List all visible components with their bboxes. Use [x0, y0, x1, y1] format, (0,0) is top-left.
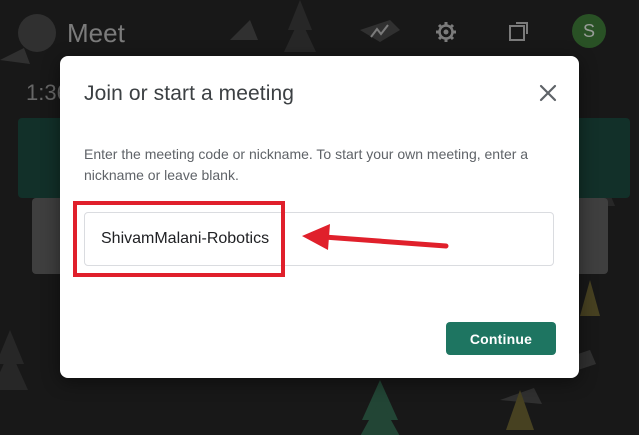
join-meeting-dialog: Join or start a meeting Enter the meetin…: [60, 56, 579, 378]
close-button[interactable]: [535, 80, 561, 106]
close-icon: [539, 84, 557, 102]
meeting-code-input[interactable]: [84, 212, 554, 266]
dialog-title: Join or start a meeting: [84, 82, 295, 105]
continue-button[interactable]: Continue: [446, 322, 556, 355]
dialog-description: Enter the meeting code or nickname. To s…: [84, 146, 529, 183]
